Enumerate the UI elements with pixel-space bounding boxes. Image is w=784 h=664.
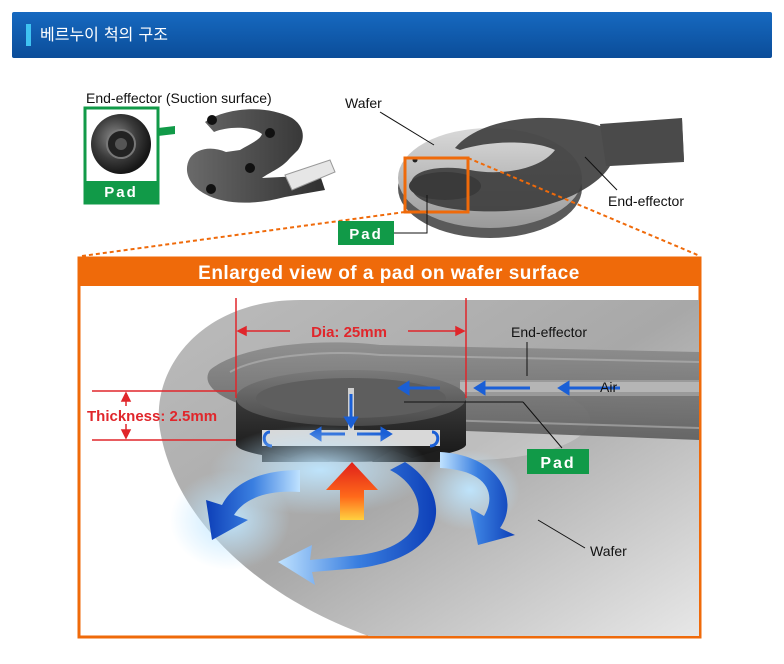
svg-text:Pad: Pad bbox=[349, 226, 383, 243]
enlarged-view-title: Enlarged view of a pad on wafer surface bbox=[198, 263, 580, 284]
pad-badge-enlarged: Pad bbox=[527, 449, 589, 474]
wafer-label-enlarged: Wafer bbox=[590, 543, 627, 559]
wafer-label-top: Wafer bbox=[345, 95, 382, 111]
end-effector-suction-illustration bbox=[186, 109, 336, 203]
svg-text:Pad: Pad bbox=[540, 455, 575, 472]
end-effector-label-enlarged: End-effector bbox=[511, 324, 587, 340]
pad-badge-top-right: Pad bbox=[338, 221, 394, 245]
bernoulli-chuck-diagram: End-effector (Suction surface) Pad Wafer… bbox=[77, 90, 702, 639]
wafer-with-end-effector bbox=[398, 117, 684, 238]
diameter-label: Dia: 25mm bbox=[311, 324, 387, 341]
pad-closeup-box: Pad bbox=[83, 106, 160, 205]
end-effector-label-top: End-effector bbox=[608, 193, 684, 209]
thickness-label: Thickness: 2.5mm bbox=[87, 408, 217, 425]
pad-badge-left: Pad bbox=[104, 184, 138, 201]
suction-surface-label: End-effector (Suction surface) bbox=[86, 90, 272, 106]
air-label: Air bbox=[600, 379, 617, 395]
